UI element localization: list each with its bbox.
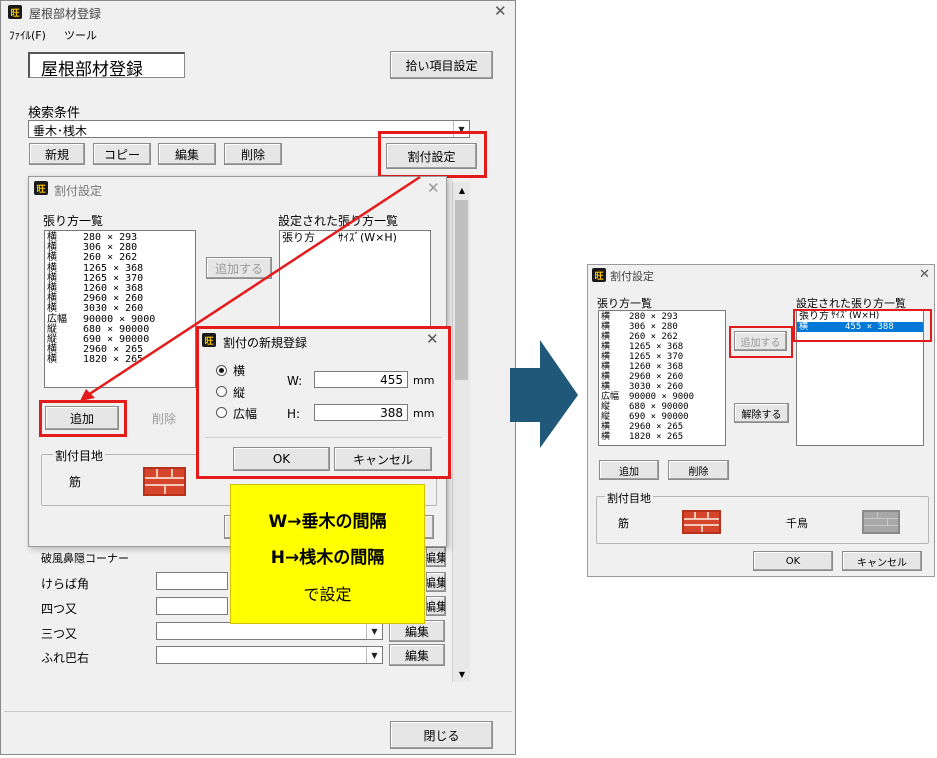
waritsuke-dialog-result: 旺 割付設定 ✕ 張り方一覧 横 280 × 293 横 306 × 280 横 26… [587, 264, 935, 577]
add-button[interactable]: 追加 [599, 460, 659, 480]
list-item[interactable]: 横 2960 × 265 [599, 422, 725, 432]
list-item[interactable]: 横 1820 × 265 [599, 432, 725, 442]
list-item[interactable]: 縦 690 × 90000 [599, 412, 725, 422]
note-line-suffix: で設定 [303, 585, 352, 604]
list-item[interactable]: 横 1265 × 370 [599, 352, 725, 362]
joint-group-label: 割付目地 [605, 490, 653, 506]
list-item[interactable]: 広幅 90000 × 9000 [599, 392, 725, 402]
highlight-set-item [793, 309, 932, 342]
highlight-add-to-set [729, 326, 793, 358]
pattern-listbox[interactable]: 横 280 × 293 横 306 × 280 横 260 × 262 横 1265 ×… [598, 310, 726, 446]
close-icon[interactable]: ✕ [919, 268, 930, 281]
note-callout: W→垂木の間隔 H→桟木の間隔 で設定 [230, 484, 425, 624]
list-item[interactable]: 縦 680 × 90000 [599, 402, 725, 412]
cancel-button[interactable]: キャンセル [842, 551, 922, 571]
list-item[interactable]: 横 2960 × 260 [599, 372, 725, 382]
app-icon: 旺 [592, 268, 606, 282]
note-line-h: H→桟木の間隔 [270, 548, 385, 568]
brick-pattern-icon[interactable] [682, 510, 721, 534]
delete-pattern-button[interactable]: 削除 [668, 460, 729, 480]
ok-button[interactable]: OK [753, 551, 833, 571]
list-item[interactable]: 横 280 × 293 [599, 312, 725, 322]
connector-segment [87, 175, 421, 397]
pattern-list-label: 張り方一覧 [597, 297, 652, 310]
list-item[interactable]: 横 3030 × 260 [599, 382, 725, 392]
stone-pattern-icon[interactable] [862, 510, 900, 534]
list-item[interactable]: 横 260 × 262 [599, 332, 725, 342]
right-arrow-icon [510, 340, 578, 448]
list-item[interactable]: 横 306 × 280 [599, 322, 725, 332]
remove-button[interactable]: 解除する [734, 403, 789, 423]
list-item[interactable]: 横 1265 × 368 [599, 342, 725, 352]
result-dialog-title: 割付設定 [610, 270, 654, 283]
list-item[interactable]: 横 1260 × 368 [599, 362, 725, 372]
joint-suji-label: 筋 [618, 517, 629, 530]
note-line-w: W→垂木の間隔 [268, 512, 387, 532]
joint-chidori-label: 千鳥 [786, 517, 808, 530]
